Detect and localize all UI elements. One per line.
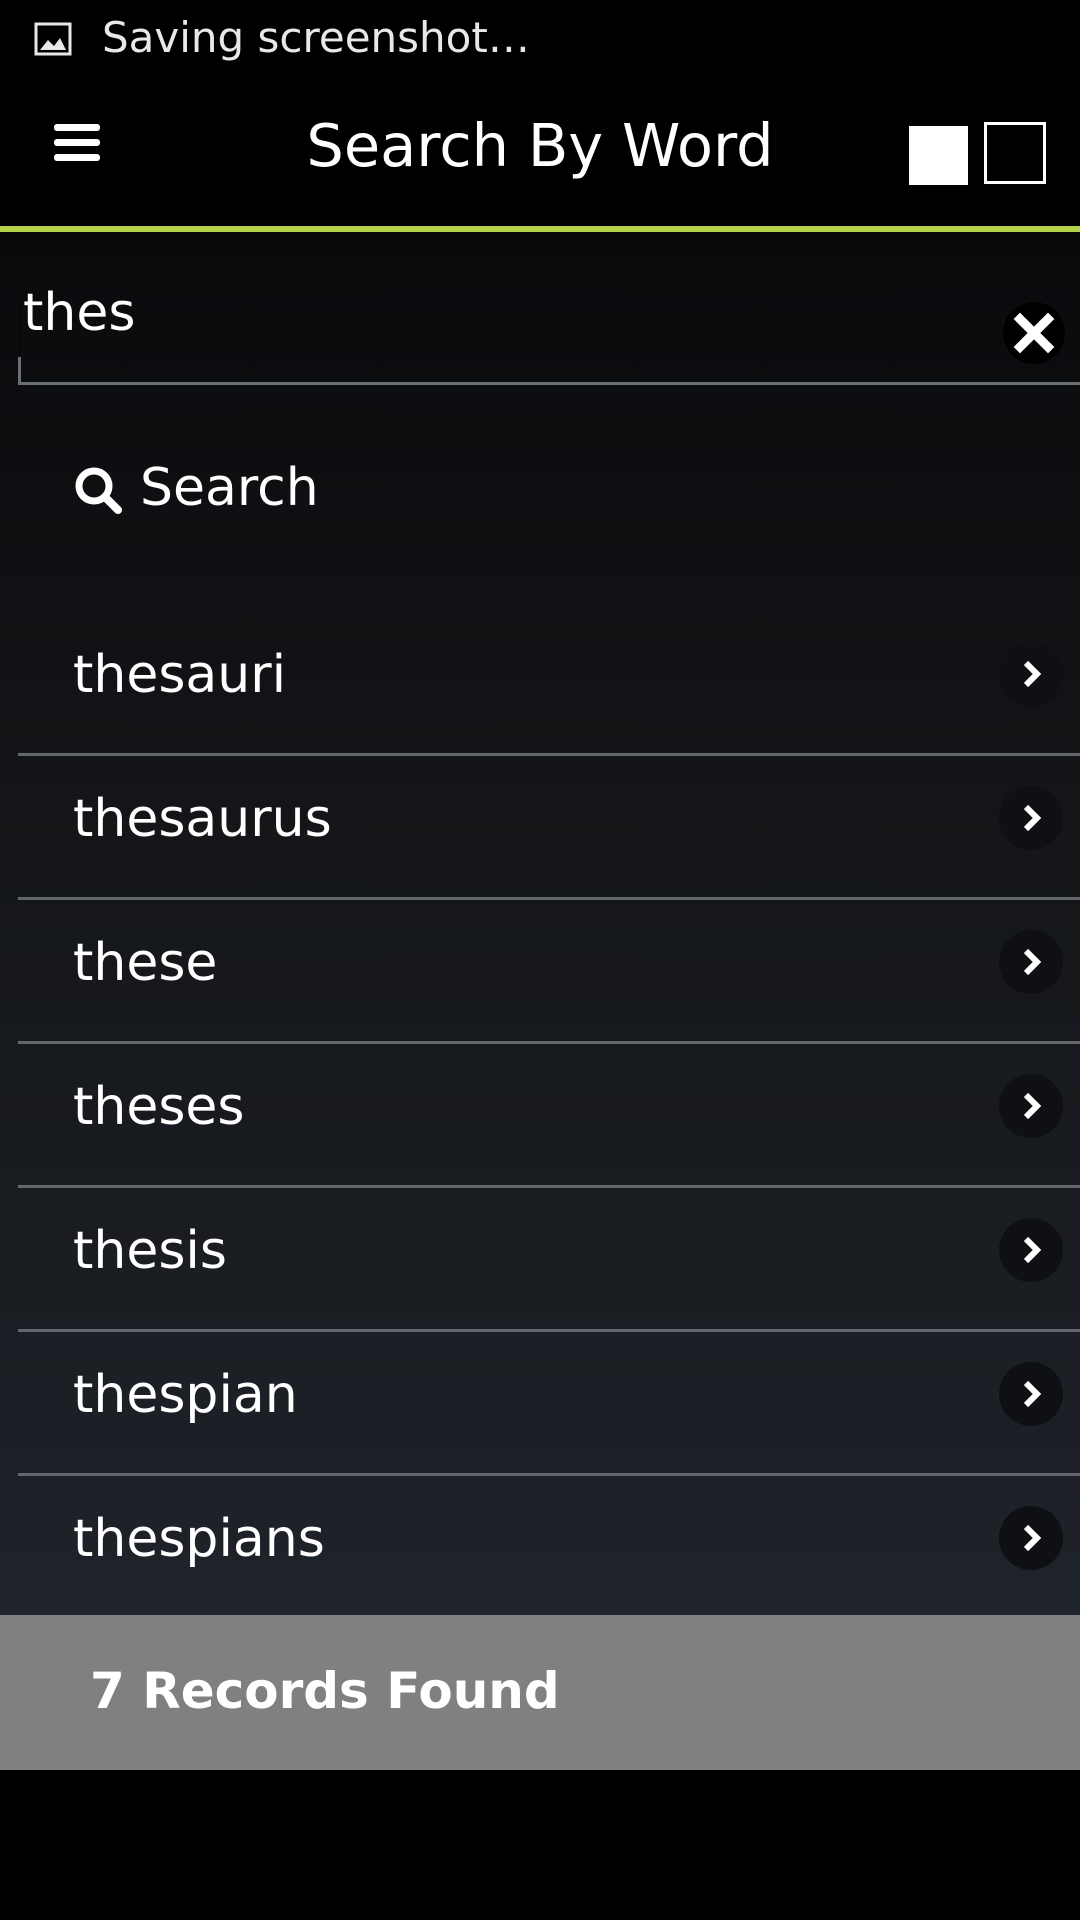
list-item-label: theses (73, 1077, 245, 1137)
chevron-right-icon[interactable] (999, 642, 1063, 706)
image-icon (34, 22, 72, 56)
filled-square-icon[interactable] (909, 126, 968, 185)
magnifier-icon (75, 467, 122, 514)
list-item[interactable]: thesaurus (18, 756, 1080, 900)
chevron-right-icon[interactable] (999, 930, 1063, 994)
list-item[interactable]: thesis (18, 1188, 1080, 1332)
search-field (18, 272, 1080, 385)
list-item[interactable]: these (18, 900, 1080, 1044)
chevron-right-icon[interactable] (999, 1218, 1063, 1282)
clear-search-button[interactable] (1003, 302, 1065, 364)
search-input[interactable] (23, 278, 983, 348)
outline-square-icon[interactable] (984, 122, 1046, 184)
bottom-blank-area (0, 1770, 1080, 1920)
results-list: thesauri thesaurus these theses thesis t… (18, 612, 1080, 1620)
status-notification-text: Saving screenshot… (102, 13, 530, 62)
list-item-label: these (73, 933, 218, 993)
list-item[interactable]: thespian (18, 1332, 1080, 1476)
chevron-right-icon[interactable] (999, 1506, 1063, 1570)
search-button-label: Search (140, 458, 319, 518)
list-item[interactable]: thesauri (18, 612, 1080, 756)
chevron-right-icon[interactable] (999, 1074, 1063, 1138)
list-item-label: thesis (73, 1221, 227, 1281)
chevron-right-icon[interactable] (999, 786, 1063, 850)
main-content: Search thesauri thesaurus these theses (0, 232, 1080, 1615)
list-item-label: thesauri (73, 645, 287, 705)
list-item[interactable]: thespians (18, 1476, 1080, 1620)
chevron-right-icon[interactable] (999, 1362, 1063, 1426)
records-count: 7 Records Found (90, 1662, 560, 1720)
close-x-icon (1013, 312, 1055, 354)
records-footer: 7 Records Found (0, 1615, 1080, 1770)
list-item-label: thespians (73, 1509, 325, 1569)
app-header: Search By Word (0, 76, 1080, 232)
status-bar: Saving screenshot… (0, 0, 1080, 76)
list-item[interactable]: theses (18, 1044, 1080, 1188)
list-item-label: thesaurus (73, 789, 332, 849)
search-button[interactable]: Search (40, 442, 740, 532)
list-item-label: thespian (73, 1365, 298, 1425)
